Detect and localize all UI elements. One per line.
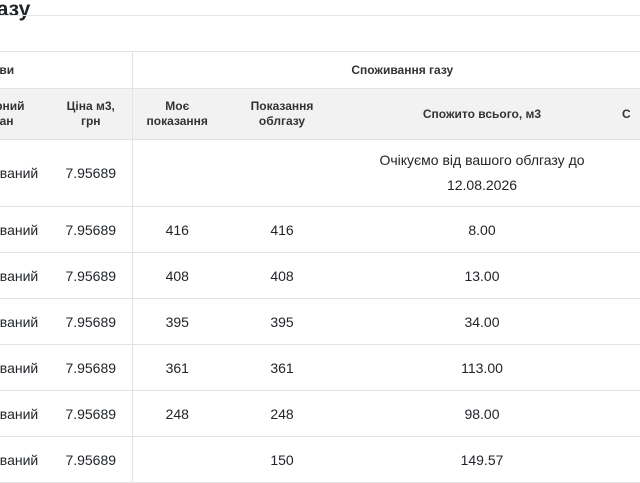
group-header-row: ови Споживання газу bbox=[0, 51, 640, 89]
cell-extra bbox=[622, 139, 640, 207]
col-header-plan-l1: фнийлан bbox=[0, 99, 50, 129]
cell-plan: ований bbox=[0, 390, 50, 437]
cell-consumed: 13.00 bbox=[342, 252, 622, 299]
cell-meter-reading: 395 bbox=[222, 298, 342, 345]
cell-extra bbox=[622, 252, 640, 299]
cell-price: 7.95689 bbox=[50, 139, 133, 207]
cell-extra bbox=[622, 436, 640, 483]
cell-my-reading: 416 bbox=[132, 206, 222, 253]
table-row: ований7.9568939539534.00 bbox=[0, 298, 640, 345]
section-title: газу bbox=[0, 0, 31, 21]
cell-my-reading: 361 bbox=[132, 344, 222, 391]
cell-my-reading: 248 bbox=[132, 390, 222, 437]
cell-plan: ований bbox=[0, 139, 50, 207]
cell-price: 7.95689 bbox=[50, 390, 133, 437]
col-header-my-reading-l1-line: Моє bbox=[165, 99, 190, 113]
col-header-my-reading-l1: Моє показання bbox=[133, 99, 223, 129]
col-header-consumed-total: Спожито всього, м3 bbox=[342, 88, 622, 140]
cell-price: 7.95689 bbox=[50, 298, 133, 345]
cell-my-reading: 395 bbox=[132, 298, 222, 345]
cell-meter-reading: 408 bbox=[222, 252, 342, 299]
title-divider bbox=[0, 15, 640, 16]
column-header-row: фнийлан Ціна м3,грн Моєпоказання Показан… bbox=[0, 88, 640, 140]
col-header-extra: С bbox=[622, 88, 640, 140]
col-header-price-l1-line: грн bbox=[80, 114, 101, 128]
cell-extra bbox=[622, 298, 640, 345]
cell-plan: ований bbox=[0, 298, 50, 345]
cell-plan: ований bbox=[0, 206, 50, 253]
cell-extra bbox=[622, 344, 640, 391]
col-header-my-reading: Моє показання bbox=[132, 88, 223, 140]
cell-my-reading bbox=[132, 436, 222, 483]
table-row: ований7.9568924824898.00 bbox=[0, 390, 640, 437]
cell-consumed: 98.00 bbox=[342, 390, 622, 437]
table-row: ований7.95689 Очікуємо від вашого облгазу… bbox=[0, 139, 640, 207]
cell-meter-reading: 150 bbox=[222, 436, 342, 483]
cell-consumed: 8.00 bbox=[342, 206, 622, 253]
col-header-plan: фнийлан bbox=[0, 88, 50, 140]
table-row: ований7.956894164168.00 bbox=[0, 206, 640, 253]
col-header-price-l1-line: Ціна м3, bbox=[66, 99, 115, 113]
group-header-consumption: Споживання газу bbox=[132, 51, 640, 89]
cell-my-reading: 408 bbox=[132, 252, 222, 299]
cell-consumed: 113.00 bbox=[342, 344, 622, 391]
cell-plan: ований bbox=[0, 436, 50, 483]
cell-plan: ований bbox=[0, 344, 50, 391]
cell-price: 7.95689 bbox=[50, 436, 133, 483]
cell-meter-reading: 248 bbox=[222, 390, 342, 437]
col-header-meter-reading-l1-line: облгазу bbox=[258, 114, 306, 128]
table-row: ований7.9568940840813.00 bbox=[0, 252, 640, 299]
group-header-conditions: ови bbox=[0, 51, 133, 89]
cell-price: 7.95689 bbox=[50, 252, 133, 299]
table-row: ований7.95689 150149.57 bbox=[0, 436, 640, 483]
cell-meter-reading: 361 bbox=[222, 344, 342, 391]
col-header-plan-l1-line: фний bbox=[0, 99, 25, 113]
cell-meter-reading: 416 bbox=[222, 206, 342, 253]
cell-extra bbox=[622, 206, 640, 253]
table-row: ований7.95689361361113.00 bbox=[0, 344, 640, 391]
col-header-meter-reading-l1: Показання облгазу bbox=[222, 99, 342, 129]
cell-pending-note: Очікуємо від вашого облгазу до 12.08.202… bbox=[342, 139, 622, 207]
cell-readings-empty bbox=[132, 139, 342, 207]
cell-consumed: 34.00 bbox=[342, 298, 622, 345]
col-header-plan-l1-line: лан bbox=[0, 114, 14, 128]
col-header-price: Ціна м3, грн bbox=[50, 88, 133, 140]
col-header-price-l1: Ціна м3, грн bbox=[50, 99, 132, 129]
cell-extra bbox=[622, 390, 640, 437]
col-header-meter-reading-l1-line: Показання bbox=[250, 99, 314, 113]
cell-consumed: 149.57 bbox=[342, 436, 622, 483]
cell-plan: ований bbox=[0, 252, 50, 299]
col-header-my-reading-l1-line: показання bbox=[146, 114, 208, 128]
cell-price: 7.95689 bbox=[50, 206, 133, 253]
cell-price: 7.95689 bbox=[50, 344, 133, 391]
gas-readings-table: ови Споживання газу фнийлан Ціна м3,грн … bbox=[0, 51, 640, 483]
col-header-meter-reading: Показання облгазу bbox=[222, 88, 342, 140]
